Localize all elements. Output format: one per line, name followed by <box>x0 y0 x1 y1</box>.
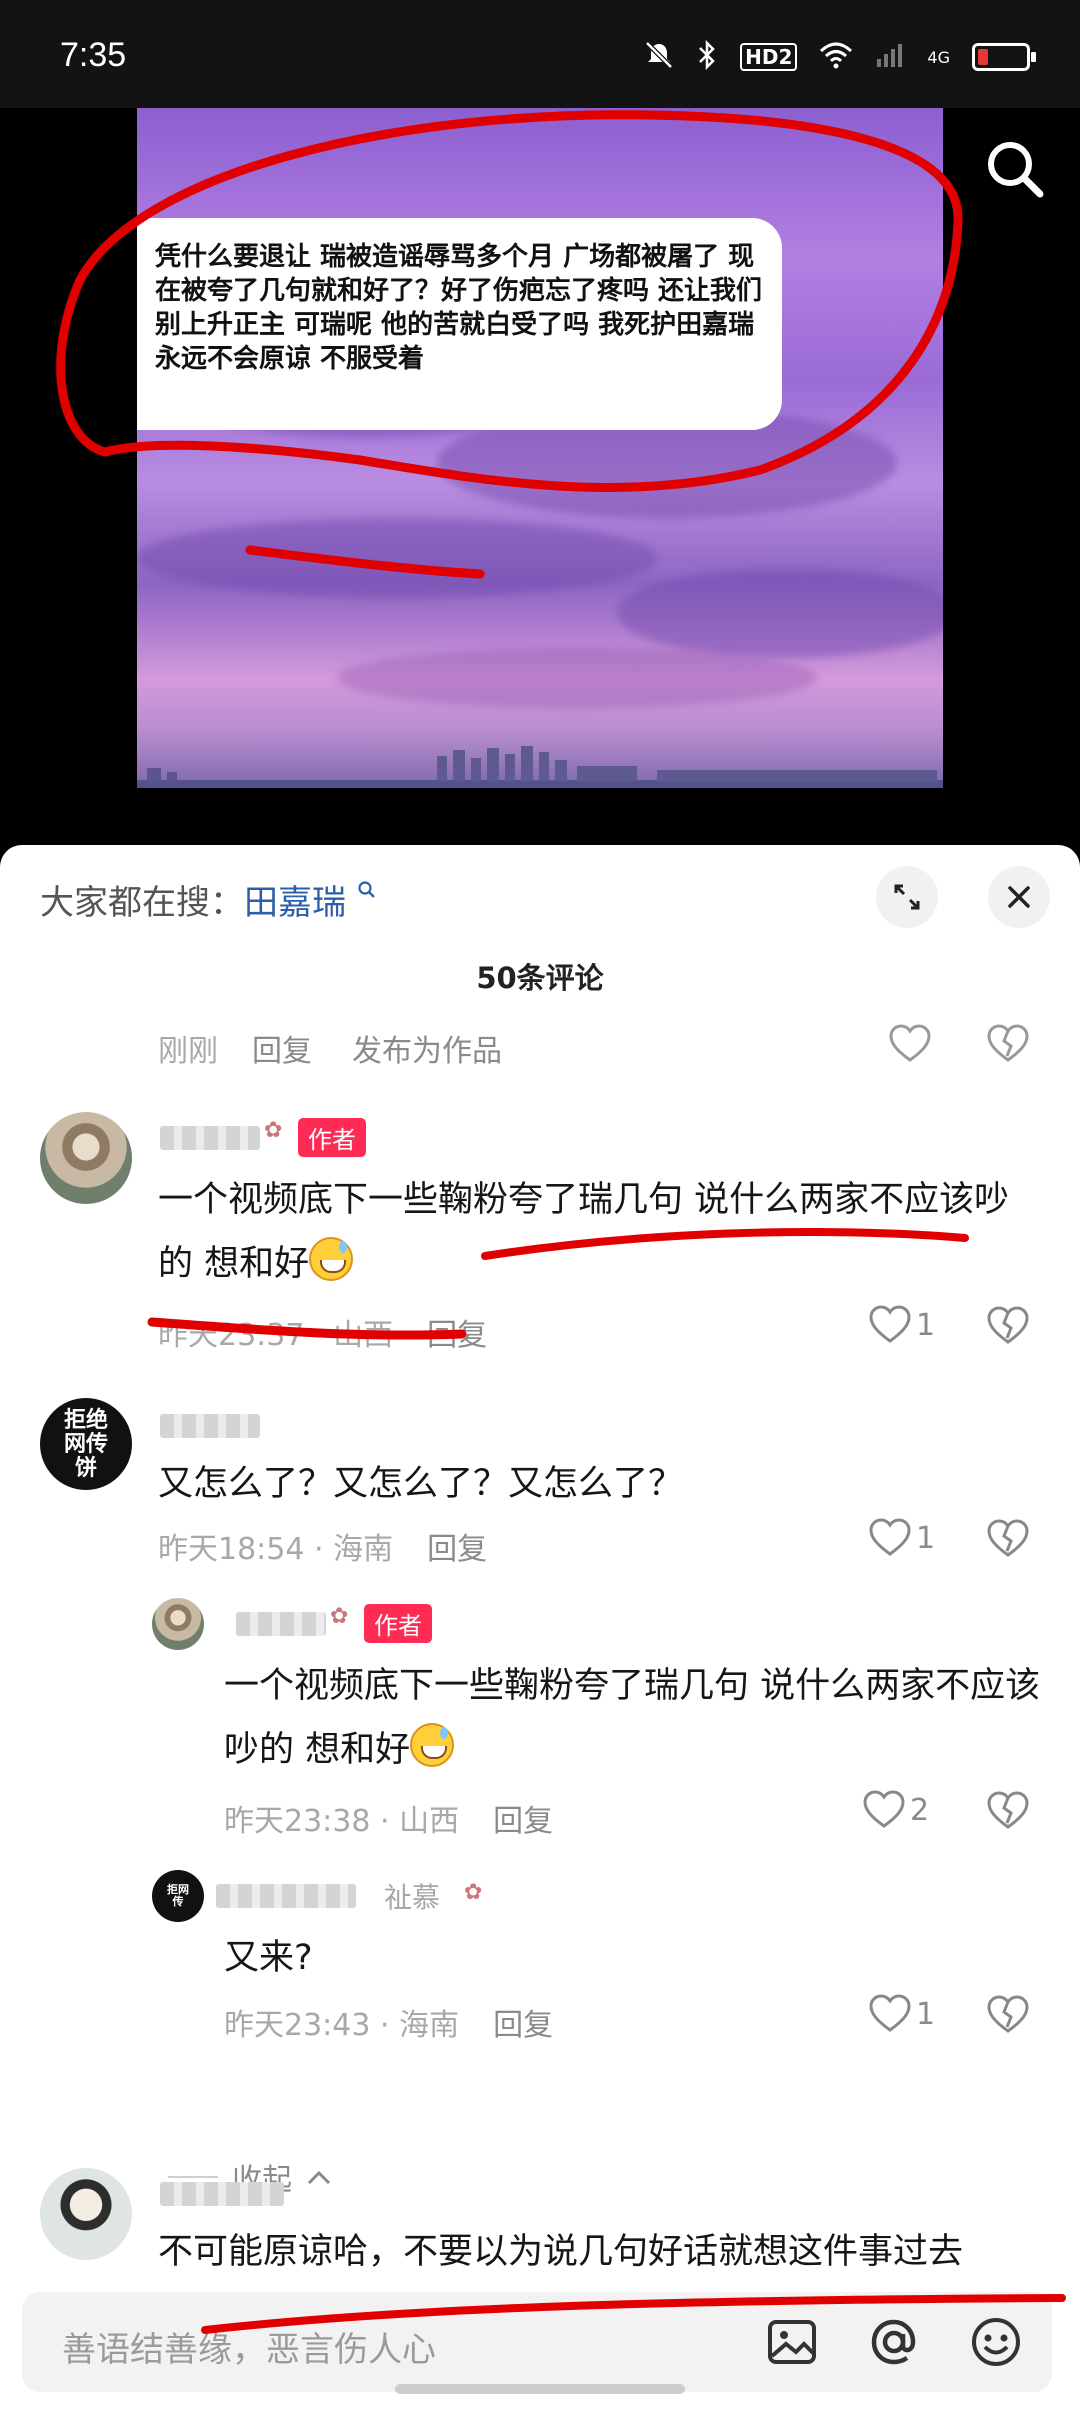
reply-button[interactable]: 回复 <box>493 2008 553 2043</box>
broken-heart-icon[interactable] <box>986 1024 1030 1064</box>
reply-button[interactable]: 回复 <box>252 1034 312 1069</box>
reply-button[interactable]: 回复 <box>427 1318 487 1353</box>
avatar-text: 拒绝网传饼 <box>63 1406 108 1482</box>
reply-to-name[interactable]: 祉慕 <box>384 1876 440 1916</box>
status-icons: HD2 4G <box>644 39 1036 74</box>
mute-icon <box>644 40 674 74</box>
caption-bubble: 凭什么要退让 瑞被造谣辱骂多个月 广场都被屠了 现在被夸了几句就和好了？好了伤疤… <box>137 218 782 430</box>
avatar[interactable] <box>40 1112 132 1204</box>
broken-heart-icon[interactable] <box>986 1995 1030 2035</box>
broken-heart-icon[interactable] <box>986 1306 1030 1346</box>
reply-button[interactable]: 回复 <box>493 1804 553 1839</box>
avatar[interactable] <box>152 1598 204 1650</box>
signal-icon <box>875 41 905 73</box>
comment-time: 昨天18:54 · 海南 <box>158 1532 394 1567</box>
video-frame <box>137 108 943 788</box>
like-count: 2 <box>910 1792 930 1828</box>
comment-meta: 昨天18:54 · 海南 回复 <box>158 1524 487 1568</box>
username-redacted <box>160 1414 260 1438</box>
comment-time: 昨天23:37 · 山西 <box>158 1318 394 1353</box>
comment-time: 昨天23:38 · 山西 <box>224 1804 460 1839</box>
comment-input-bar[interactable]: 善语结善缘，恶言伤人心 <box>22 2292 1052 2392</box>
comment-input[interactable]: 善语结善缘，恶言伤人心 <box>62 2322 436 2371</box>
comment-meta: 昨天23:43 · 海南 回复 <box>224 2000 553 2044</box>
search-small-icon <box>358 881 375 898</box>
comment-meta: 昨天23:37 · 山西 回复 <box>158 1310 487 1354</box>
comment-time: 刚刚 <box>158 1034 218 1069</box>
heart-icon <box>863 1790 905 1828</box>
like-button[interactable]: 1 <box>868 1994 935 2034</box>
like-button[interactable]: 2 <box>862 1790 929 1830</box>
flower-badge-icon: ✿ <box>464 1880 483 1905</box>
search-prefix: 大家都在搜： <box>40 883 244 923</box>
heart-icon[interactable] <box>888 1024 932 1064</box>
expand-icon[interactable] <box>876 866 938 928</box>
grin-sweat-emoji-icon <box>410 1723 455 1767</box>
search-term[interactable]: 田嘉瑞 <box>244 883 346 923</box>
divider <box>168 2176 218 2178</box>
wifi-icon <box>819 41 853 73</box>
reply-button[interactable]: 回复 <box>427 1532 487 1567</box>
status-time: 7:35 <box>60 36 127 74</box>
username-redacted <box>216 1884 356 1908</box>
comment-text: 又怎么了？又怎么了？又怎么了？ <box>158 1464 684 1504</box>
comment-count: 50条评论 <box>476 961 604 995</box>
comment-meta: 刚刚 回复 发布为作品 <box>158 1026 502 1070</box>
hd-badge: HD2 <box>740 43 798 71</box>
avatar[interactable] <box>40 2168 132 2260</box>
comment-text-content: 一个视频底下一些鞠粉夸了瑞几句 说什么两家不应该吵的 想和好 <box>158 1180 1010 1284</box>
comment-text: 又来? <box>224 1938 313 1978</box>
author-tag: 作者 <box>364 1604 432 1643</box>
battery-icon <box>972 43 1036 71</box>
close-icon[interactable] <box>988 866 1050 928</box>
like-count: 1 <box>916 1307 936 1343</box>
comment-time: 昨天23:43 · 海南 <box>224 2008 460 2043</box>
comment-text-content: 一个视频底下一些鞠粉夸了瑞几句 说什么两家不应该吵的 想和好 <box>224 1666 1041 1770</box>
like-count: 1 <box>916 1996 936 2032</box>
chevron-up-icon <box>307 2170 331 2185</box>
bluetooth-icon <box>696 39 718 74</box>
like-button[interactable]: 1 <box>868 1518 935 1558</box>
avatar[interactable]: 拒绝网传饼 <box>40 1398 132 1490</box>
at-icon[interactable] <box>866 2314 922 2370</box>
username-redacted <box>236 1612 326 1636</box>
city-skyline <box>137 746 943 788</box>
comment-text: 一个视频底下一些鞠粉夸了瑞几句 说什么两家不应该吵的 想和好 <box>224 1654 1044 1782</box>
flower-badge-icon: ✿ <box>264 1118 283 1143</box>
caption-text: 凭什么要退让 瑞被造谣辱骂多个月 广场都被屠了 现在被夸了几句就和好了？好了伤疤… <box>155 242 763 374</box>
home-indicator <box>395 2384 685 2394</box>
comment-text: 不可能原谅哈，不要以为说几句好话就想这件事过去 <box>158 2232 964 2272</box>
broken-heart-icon[interactable] <box>986 1791 1030 1831</box>
grin-sweat-emoji-icon <box>309 1237 354 1281</box>
image-icon[interactable] <box>764 2314 820 2370</box>
status-bar: 7:35 HD2 4G <box>0 0 1080 108</box>
search-suggestion[interactable]: 大家都在搜：田嘉瑞 <box>40 875 377 924</box>
search-icon[interactable] <box>980 134 1050 204</box>
video-player[interactable]: 凭什么要退让 瑞被造谣辱骂多个月 广场都被屠了 现在被夸了几句就和好了？好了伤疤… <box>0 108 1080 848</box>
emoji-icon[interactable] <box>968 2314 1024 2370</box>
like-button[interactable]: 1 <box>868 1305 935 1345</box>
comment-text: 一个视频底下一些鞠粉夸了瑞几句 说什么两家不应该吵的 想和好 <box>158 1168 1028 1296</box>
like-count: 1 <box>916 1520 936 1556</box>
avatar-text: 拒网传 <box>167 1882 189 1908</box>
comment-meta: 昨天23:38 · 山西 回复 <box>224 1796 553 1840</box>
broken-heart-icon[interactable] <box>986 1519 1030 1559</box>
heart-icon <box>869 1305 911 1343</box>
username-redacted <box>160 1126 260 1150</box>
author-tag: 作者 <box>298 1118 366 1157</box>
username-redacted <box>160 2182 284 2206</box>
heart-icon <box>869 1994 911 2032</box>
flower-badge-icon: ✿ <box>330 1604 349 1629</box>
avatar[interactable]: 拒网传 <box>152 1870 204 1922</box>
publish-as-work-button[interactable]: 发布为作品 <box>352 1034 502 1069</box>
network-label: 4G <box>927 47 950 67</box>
heart-icon <box>869 1518 911 1556</box>
